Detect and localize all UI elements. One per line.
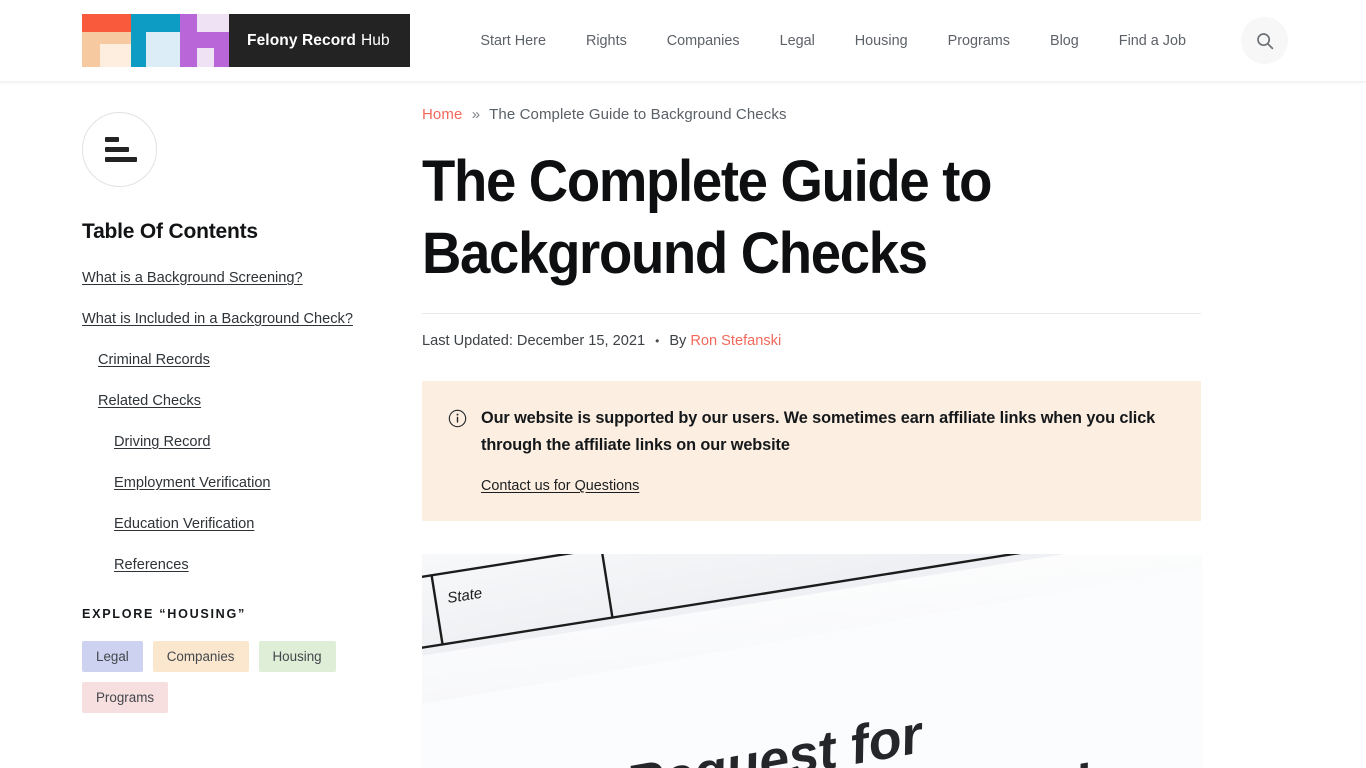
brand-name-bold: Felony Record (247, 31, 356, 49)
search-button[interactable] (1241, 17, 1288, 64)
toc-link-driving-record[interactable]: Driving Record (114, 434, 211, 450)
contact-us-link[interactable]: Contact us for Questions (481, 478, 639, 494)
toc-link-what-is-a-background-screening[interactable]: What is a Background Screening? (82, 270, 303, 286)
main-navigation: Start Here Rights Companies Legal Housin… (460, 0, 1206, 81)
toc-list: What is a Background Screening? What is … (82, 269, 422, 574)
list-lines-icon (105, 137, 119, 142)
nav-item-rights[interactable]: Rights (566, 27, 647, 55)
info-circle-icon (448, 409, 467, 428)
breadcrumb: Home » The Complete Guide to Background … (422, 106, 1201, 123)
nav-item-legal[interactable]: Legal (760, 27, 835, 55)
toc-item: Driving Record (82, 433, 422, 451)
breadcrumb-home-link[interactable]: Home (422, 106, 462, 123)
search-icon (1256, 32, 1273, 49)
sidebar: Table Of Contents What is a Background S… (0, 103, 422, 768)
toc-link-what-is-included-in-a-background-check[interactable]: What is Included in a Background Check? (82, 311, 353, 327)
affiliate-disclosure-notice: Our website is supported by our users. W… (422, 381, 1201, 521)
toc-heading: Table Of Contents (82, 220, 258, 243)
author-link[interactable]: Ron Stefanski (690, 333, 781, 349)
logo-tile-teal (131, 14, 180, 67)
site-header: Felony Record Hub Start Here Rights Comp… (0, 0, 1366, 81)
toc-item: Education Verification (82, 515, 422, 533)
nav-item-find-a-job[interactable]: Find a Job (1099, 27, 1206, 55)
byline-label: By (669, 333, 687, 349)
category-chip-list: Legal Companies Housing Programs (82, 641, 357, 713)
chip-programs[interactable]: Programs (82, 682, 169, 713)
logo[interactable]: Felony Record Hub (82, 14, 410, 67)
toc-link-criminal-records[interactable]: Criminal Records (98, 352, 210, 368)
nav-item-companies[interactable]: Companies (647, 27, 760, 55)
nav-item-blog[interactable]: Blog (1030, 27, 1099, 55)
toc-link-references[interactable]: References (114, 557, 189, 573)
toc-item: Employment Verification (82, 474, 422, 492)
logo-tiles (82, 14, 229, 67)
nav-item-housing[interactable]: Housing (835, 27, 928, 55)
logo-tile-orange (82, 14, 131, 67)
last-updated-text: Last Updated: December 15, 2021 (422, 333, 646, 349)
toc-link-education-verification[interactable]: Education Verification (114, 516, 254, 532)
page-body: Table Of Contents What is a Background S… (0, 81, 1366, 768)
explore-heading: EXPLORE “HOUSING” (82, 607, 246, 621)
background-check-form-illustration: ss State Request for ckground Check (422, 554, 1202, 768)
hero-image: ss State Request for ckground Check (422, 554, 1202, 768)
breadcrumb-current: The Complete Guide to Background Checks (489, 106, 787, 123)
chip-companies[interactable]: Companies (152, 641, 249, 672)
article-meta: Last Updated: December 15, 2021 • By Ron… (422, 313, 1201, 349)
article-content: Home » The Complete Guide to Background … (422, 103, 1284, 768)
meta-separator-dot: • (655, 334, 660, 348)
toc-item: What is Included in a Background Check? (82, 310, 422, 328)
disclosure-text: Our website is supported by our users. W… (481, 409, 1156, 454)
chip-housing[interactable]: Housing (258, 641, 336, 672)
toc-toggle-icon-badge[interactable] (82, 112, 157, 187)
toc-item: References (82, 556, 422, 574)
chip-legal[interactable]: Legal (82, 641, 143, 672)
toc-link-related-checks[interactable]: Related Checks (98, 393, 201, 409)
breadcrumb-separator: » (471, 106, 481, 123)
toc-link-employment-verification[interactable]: Employment Verification (114, 475, 271, 491)
nav-item-programs[interactable]: Programs (928, 27, 1030, 55)
toc-item: What is a Background Screening? (82, 269, 422, 287)
toc-item: Related Checks (82, 392, 422, 410)
brand-name: Felony Record Hub (229, 14, 410, 67)
toc-item: Criminal Records (82, 351, 422, 369)
nav-item-start-here[interactable]: Start Here (460, 27, 566, 55)
brand-name-light: Hub (360, 31, 390, 49)
logo-tile-purple (180, 14, 229, 67)
page-title: The Complete Guide to Background Checks (422, 149, 992, 286)
